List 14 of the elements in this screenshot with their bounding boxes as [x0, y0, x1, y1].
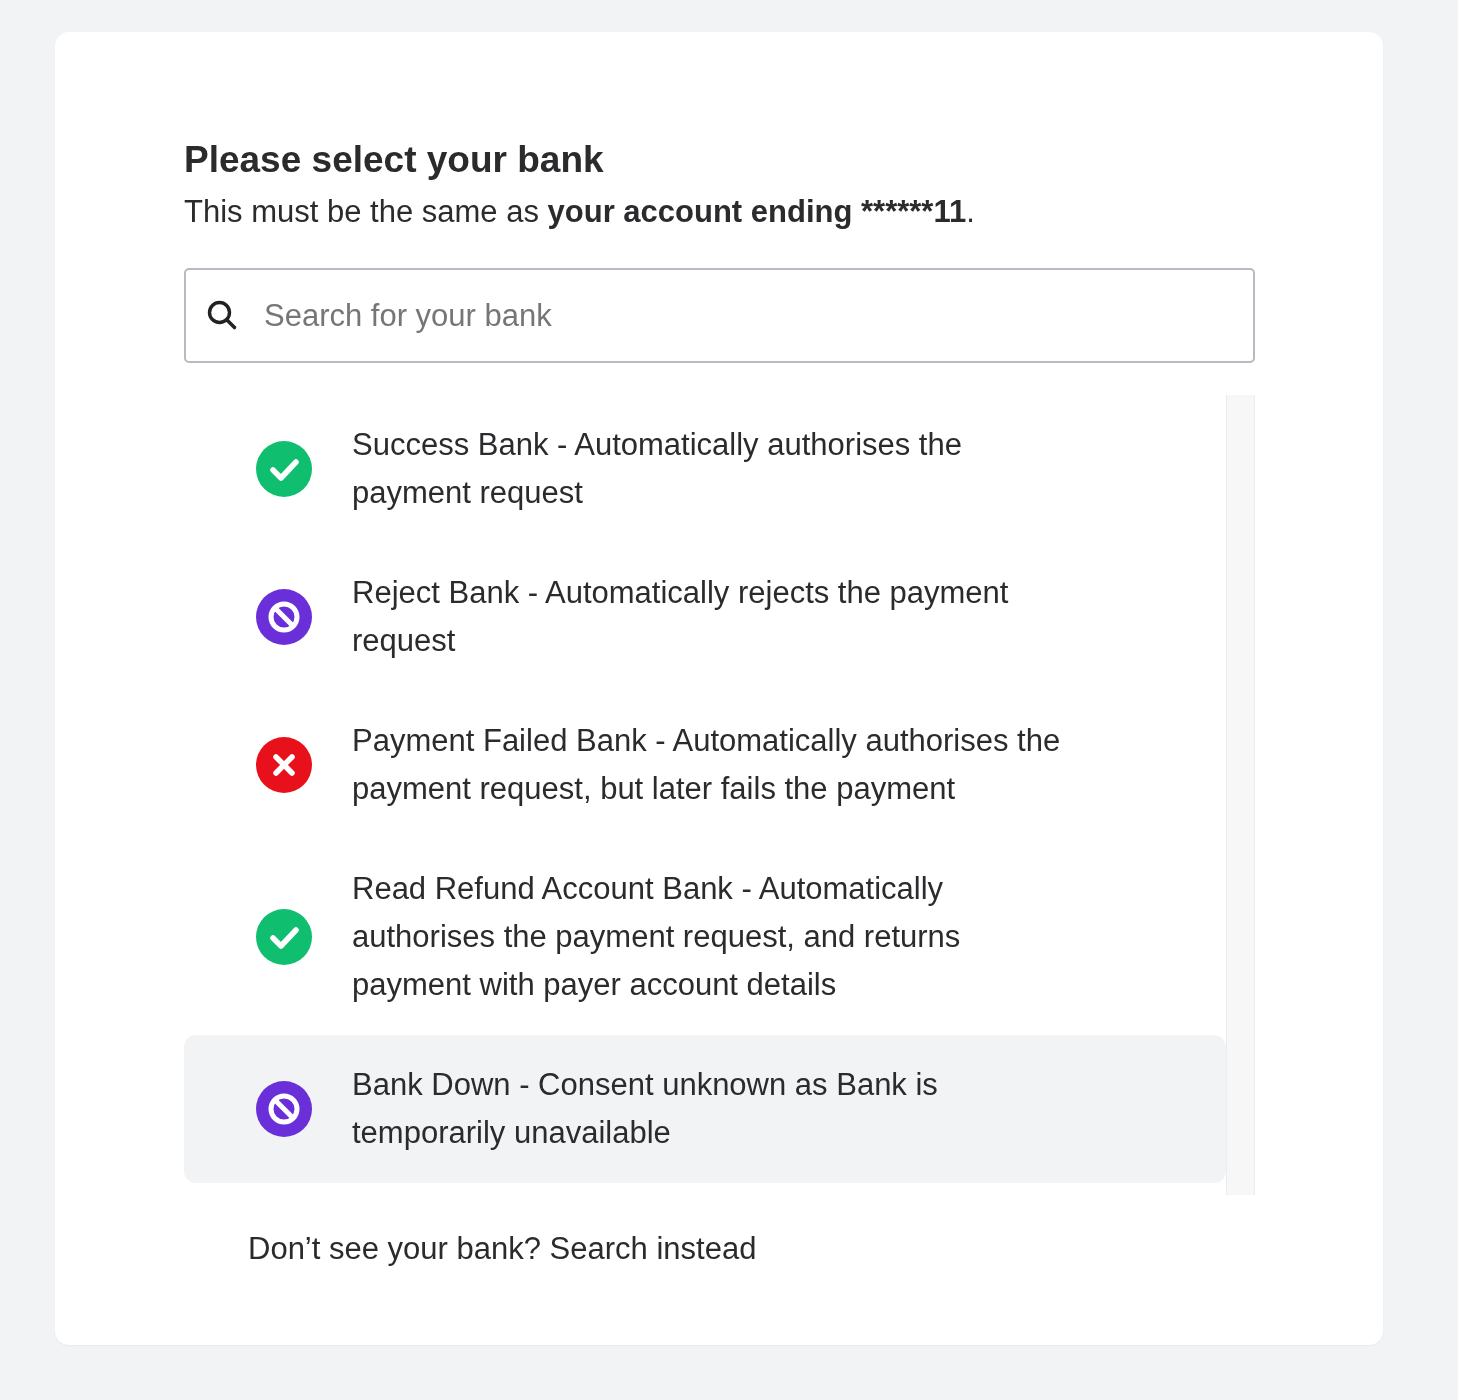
bank-option[interactable]: Reject Bank - Automatically rejects the payment request — [184, 543, 1226, 691]
bank-option[interactable]: Success Bank - Automatically authorises the payment request — [184, 395, 1226, 543]
bank-option[interactable]: Payment Failed Bank - Automatically authorises the payment request, but later fails the payment — [184, 691, 1226, 839]
bank-option[interactable]: Read Refund Account Bank - Automatically authorises the payment request, and returns payment with payer account details — [184, 839, 1226, 1035]
check-circle-icon — [256, 441, 312, 497]
blocked-circle-icon — [256, 1081, 312, 1137]
bank-option[interactable]: Bank Down - Consent unknown as Bank is temporarily unavailable — [184, 1035, 1226, 1183]
account-instruction: This must be the same as your account ending ******11. — [184, 193, 976, 231]
page-heading: Please select your bank — [184, 138, 605, 182]
cross-circle-icon — [256, 737, 312, 793]
check-circle-icon — [256, 909, 312, 965]
blocked-circle-icon — [256, 589, 312, 645]
search-field[interactable]: Search for your bank — [184, 268, 1255, 363]
search-instead-link[interactable]: Don’t see your bank? Search instead — [248, 1229, 757, 1269]
